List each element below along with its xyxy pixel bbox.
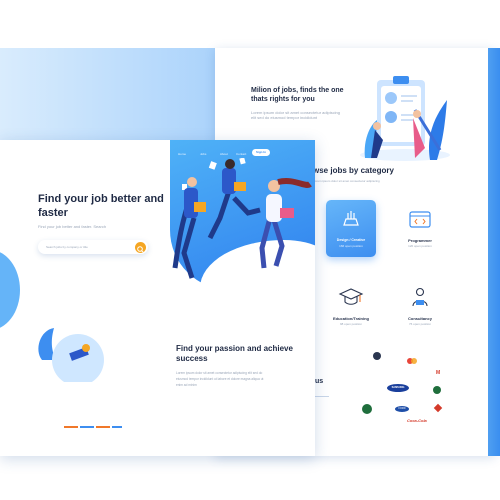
partner-logo-ford: FORD — [395, 406, 409, 412]
hero-title: Find your job better and faster — [38, 193, 164, 219]
category-card-programmer[interactable]: Programmer 120 open position — [395, 200, 445, 257]
partner-logo-mastercard — [407, 358, 419, 364]
section2-title: Find your passion and achieve success — [176, 344, 293, 363]
category-card-education[interactable]: Education/Training 98 open position — [326, 278, 376, 335]
consultant-icon — [412, 287, 428, 307]
category-sub: 120 open position — [408, 244, 432, 248]
partner-logo-m: M — [436, 370, 441, 376]
partner-logo-mitsubishi — [433, 403, 443, 413]
pager-dot-3[interactable] — [96, 426, 110, 428]
nav-about[interactable]: About — [220, 152, 228, 156]
right-headline: Milion of jobs, finds the one thats righ… — [251, 87, 344, 103]
section2-text: Lorem ipsum dolor sit amet consectetur a… — [176, 371, 264, 387]
category-sub: 98 open position — [339, 322, 363, 326]
code-icon — [409, 211, 431, 228]
nav-home[interactable]: Home — [178, 152, 186, 156]
partner-logo-samsung: SAMSUNG — [387, 384, 409, 392]
section-title-categories: wse jobs by category — [313, 166, 394, 175]
partner-logo-3 — [433, 386, 441, 394]
pager-dot-1[interactable] — [64, 426, 78, 428]
category-card-consultancy[interactable]: Consultancy 76 open position — [395, 278, 445, 335]
search-input[interactable]: Search jobs by company or title — [46, 245, 88, 249]
category-sub: 166 open position — [339, 244, 363, 248]
graduation-cap-icon — [338, 288, 364, 305]
pager-dot-2[interactable] — [80, 426, 94, 428]
partners-title: us — [315, 378, 324, 385]
partners-underline — [315, 396, 335, 397]
people-illustration — [172, 158, 312, 279]
partner-logo-1 — [373, 352, 381, 360]
category-label: Education/Training — [332, 316, 369, 321]
category-label: Consultancy — [407, 316, 432, 321]
category-sub: 76 open position — [408, 322, 432, 326]
partner-logo-starbucks — [362, 404, 372, 414]
search-icon — [137, 245, 144, 253]
nav-contact[interactable]: Contact — [236, 152, 246, 156]
category-label: Programmer — [408, 238, 432, 243]
nav-jobs[interactable]: Jobs — [200, 152, 206, 156]
signin-button[interactable]: Sign In — [252, 149, 270, 156]
passion-illustration — [38, 328, 104, 382]
decorative-blob — [0, 250, 20, 330]
category-label: Design / Creative — [336, 238, 366, 242]
clipboard-illustration — [360, 76, 450, 161]
pager-dot-4[interactable] — [112, 426, 122, 428]
right-blurb: Lorem ipsum dolor sit amet consectetur a… — [251, 110, 340, 120]
design-icon — [343, 211, 359, 226]
front-page-panel: Home Jobs About Contact Sign In Find you… — [0, 140, 315, 456]
section-sub-categories: Lorem ipsum dolor sit amet consectetur a… — [313, 179, 380, 183]
partner-logo-cocacola: Coca-Cola — [407, 418, 427, 423]
search-bar[interactable]: Search jobs by company or title — [38, 240, 148, 254]
hero-subtitle: Find your job better and faster. Search — [38, 224, 107, 229]
right-edge-frame — [488, 48, 500, 456]
search-button[interactable] — [135, 241, 146, 253]
category-card-design[interactable]: Design / Creative 166 open position — [326, 200, 376, 257]
